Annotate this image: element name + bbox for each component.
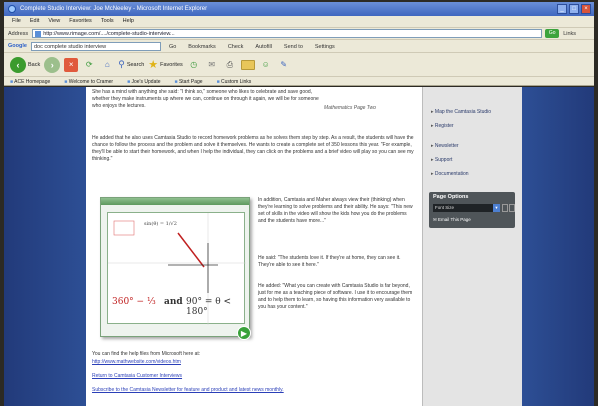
address-input[interactable]: http://www.rimage.com/..../complete-stud… <box>32 29 543 38</box>
folder-icon[interactable] <box>240 59 255 70</box>
search-label: Search <box>126 61 145 68</box>
menu-file[interactable]: File <box>12 16 21 27</box>
newsletter-link[interactable]: Subscribe to the Camtasia Newsletter for… <box>92 387 414 394</box>
refresh-icon[interactable]: ⟳ <box>82 58 96 72</box>
link-item[interactable]: Joe's Update <box>127 77 161 85</box>
window-controls: _ □ × <box>557 4 591 14</box>
close-button[interactable]: × <box>581 4 591 14</box>
equation-right: 90° = θ < 180° <box>186 297 232 317</box>
increase-text-icon[interactable] <box>509 204 515 212</box>
back-arrow-icon: ‹ <box>10 56 26 73</box>
intro-paragraph: She has a mind with anything she said: "… <box>92 89 319 109</box>
print-icon[interactable]: ⎙ <box>223 58 237 72</box>
window-title: Complete Studio Interview: Joe McNeeley … <box>20 6 208 12</box>
sidebar-item-register[interactable]: Register <box>431 123 454 129</box>
internet-explorer-icon <box>8 5 16 13</box>
page-options-title: Page Options <box>433 194 469 200</box>
paragraph: He added: "What you can create with Camt… <box>258 283 413 310</box>
go-button[interactable]: Go <box>545 29 560 38</box>
page-options-panel: Page Options Font Size ▼ Email This Page <box>429 192 515 228</box>
address-bar: Address http://www.rimage.com/..../compl… <box>4 27 594 39</box>
mail-icon[interactable]: ✉ <box>205 58 219 72</box>
paragraph: He added that he also uses Camtasia Stud… <box>92 135 414 162</box>
google-autofill-button[interactable]: Autofill <box>251 42 276 51</box>
sidebar-item-newsletter[interactable]: Newsletter <box>431 143 459 149</box>
sidebar-item-map[interactable]: Map the Camtasia Studio <box>431 109 491 115</box>
favorites-label: Favorites <box>160 61 183 68</box>
math-video-frame: sin(θ) = 1/√2 360° − ⅓ and 90° = θ < 180… <box>107 212 246 325</box>
google-settings-button[interactable]: Settings <box>311 42 339 51</box>
home-icon[interactable]: ⌂ <box>100 58 114 72</box>
play-icon[interactable]: ▶ <box>237 326 251 340</box>
google-logo: Google <box>8 43 27 49</box>
search-icon: ⚲ <box>118 59 125 69</box>
small-equation: sin(θ) = 1/√2 <box>144 221 177 227</box>
web-page: She has a mind with anything she said: "… <box>4 87 594 406</box>
google-toolbar: Google doc complete studio interview Go … <box>4 39 594 52</box>
back-label: Back <box>28 61 41 68</box>
menu-view[interactable]: View <box>48 16 60 27</box>
back-button[interactable]: ‹ Back <box>10 56 41 73</box>
favorites-star-icon: ★ <box>148 59 159 71</box>
paragraph: He said: "The students love it. If they'… <box>258 255 401 268</box>
menu-edit[interactable]: Edit <box>30 16 39 27</box>
link-item[interactable]: Welcome to Cramer <box>64 77 113 85</box>
google-bookmarks-button[interactable]: Bookmarks <box>184 42 220 51</box>
browser-window: Complete Studio Interview: Joe McNeeley … <box>0 0 598 406</box>
right-background-panel <box>522 87 594 406</box>
video-screenshot[interactable]: sin(θ) = 1/√2 360° − ⅓ and 90° = θ < 180… <box>100 197 251 340</box>
links-bar: ACE Homepage Welcome to Cramer Joe's Upd… <box>4 76 594 86</box>
menu-bar: File Edit View Favorites Tools Help <box>4 16 594 27</box>
sidebar-item-documentation[interactable]: Documentation <box>431 171 469 177</box>
history-icon[interactable]: ◷ <box>187 58 201 72</box>
math-website-link[interactable]: http://www.mathwebsite.com/videos.htm <box>92 359 414 366</box>
forward-button[interactable]: › <box>44 56 61 73</box>
sidebar-item-support[interactable]: Support <box>431 157 453 163</box>
paragraph: You can find the help files from Microso… <box>92 351 201 357</box>
right-sidebar: Map the Camtasia Studio Register Newslet… <box>422 87 522 406</box>
address-label: Address <box>8 30 29 37</box>
email-page-link[interactable]: Email This Page <box>433 217 471 223</box>
page-icon <box>35 31 42 37</box>
link-item[interactable]: ACE Homepage <box>10 77 50 85</box>
equation-left: 360° − ⅓ <box>112 297 156 307</box>
google-search-input[interactable]: doc complete studio interview <box>30 41 161 51</box>
screenshot-frame-top <box>101 198 249 205</box>
link-item[interactable]: Custom Links <box>217 77 251 85</box>
return-interviews-link[interactable]: Return to Camtasia Customer Interviews <box>92 373 414 380</box>
favorites-button[interactable]: ★ Favorites <box>148 58 183 71</box>
minimize-button[interactable]: _ <box>557 4 567 14</box>
edit-icon[interactable]: ✎ <box>277 58 291 72</box>
stop-icon[interactable]: × <box>64 57 79 72</box>
google-go-button[interactable]: Go <box>165 42 180 51</box>
menu-tools[interactable]: Tools <box>101 16 114 27</box>
menu-favorites[interactable]: Favorites <box>69 16 92 27</box>
google-send-to-button[interactable]: Send to <box>280 42 307 51</box>
decrease-text-icon[interactable] <box>502 204 508 212</box>
left-background-panel <box>4 87 86 406</box>
search-button[interactable]: ⚲ Search <box>118 59 144 70</box>
side-caption: Mathematics Page Two <box>324 105 376 111</box>
links-label[interactable]: Links <box>563 31 576 37</box>
messenger-icon[interactable]: ☺ <box>259 58 273 72</box>
google-check-button[interactable]: Check <box>224 42 248 51</box>
link-item[interactable]: Start Page <box>175 77 203 85</box>
maximize-button[interactable]: □ <box>569 4 579 14</box>
address-url: http://www.rimage.com/..../complete-stud… <box>43 31 175 37</box>
chevron-down-icon[interactable]: ▼ <box>493 204 500 212</box>
paragraph: In addition, Camtasia and Maher always v… <box>258 197 413 224</box>
standard-toolbar: ‹ Back › × ⟳ ⌂ ⚲ Search ★ Favorites ◷ ✉ … <box>4 52 594 76</box>
font-size-select[interactable]: Font Size <box>433 204 493 212</box>
equation-and: and <box>164 297 183 307</box>
menu-help[interactable]: Help <box>123 16 134 27</box>
title-bar: Complete Studio Interview: Joe McNeeley … <box>4 2 594 16</box>
